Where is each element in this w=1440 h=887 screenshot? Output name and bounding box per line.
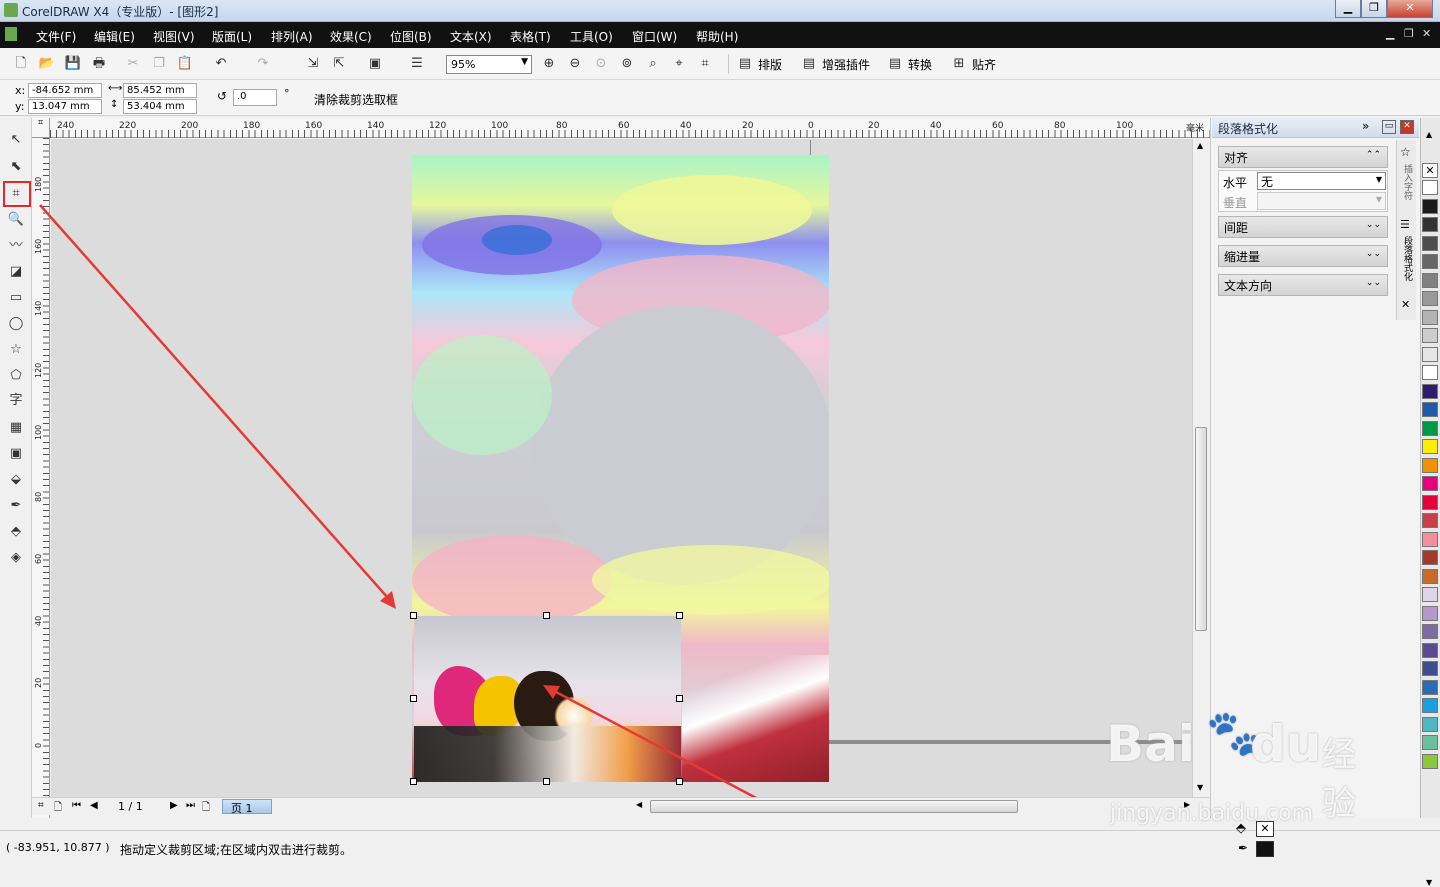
scroll-left-icon[interactable]: ◀ [636, 800, 642, 809]
scroll-up-icon[interactable]: ▲ [1197, 141, 1203, 150]
align-section-title: 对齐 [1224, 151, 1249, 165]
expand-chevron-icon: ⌄⌄ [1365, 278, 1381, 288]
color-swatch[interactable] [1422, 624, 1438, 639]
color-swatch[interactable] [1422, 568, 1438, 584]
color-swatch[interactable] [1422, 642, 1438, 658]
indent-section-title: 缩进量 [1224, 250, 1261, 264]
color-swatch[interactable] [1422, 679, 1438, 695]
star-icon: ☆ [1400, 145, 1411, 159]
color-swatch[interactable] [1422, 198, 1438, 214]
paragraph-icon: ☰ [1400, 218, 1410, 231]
paragraph-format-tab[interactable]: 段落格式化 [1401, 236, 1414, 281]
color-swatch[interactable] [1422, 531, 1438, 547]
page-navigator-bar: ⌗ 🗋 ⏮ ◀ 1 / 1 ▶ ⏭ 🗋 页 1 ◀ ▶ [32, 797, 1209, 815]
align-section[interactable]: 对齐 ⌃⌃ [1218, 146, 1388, 168]
color-swatch[interactable] [1422, 605, 1438, 621]
color-swatch[interactable] [1422, 513, 1438, 528]
expand-chevron-icon: ⌄⌄ [1365, 220, 1381, 230]
last-page-icon[interactable]: ⏭ [186, 800, 195, 811]
docker-title: 段落格式化 [1218, 122, 1279, 136]
color-swatch[interactable] [1422, 716, 1438, 732]
color-swatch[interactable] [1422, 476, 1438, 491]
align-panel: 水平 无 ▼ 垂直 ▼ [1218, 170, 1388, 212]
vertical-scrollbar[interactable]: ▲ ▼ [1192, 139, 1209, 797]
color-swatch[interactable] [1422, 550, 1438, 565]
color-swatch[interactable] [1422, 272, 1438, 288]
outline-color-swatch[interactable] [1256, 841, 1274, 857]
insert-character-tab[interactable]: 插入字符 [1401, 164, 1414, 200]
watermark-brand-suffix: du [1250, 715, 1322, 773]
chevron-down-icon: ▼ [1375, 175, 1382, 184]
watermark-url: jingyan.baidu.com [1110, 801, 1314, 826]
collapse-icon: ⌃⌃ [1365, 150, 1381, 160]
chevron-down-icon: ▼ [1375, 195, 1382, 204]
add-page-icon[interactable]: 🗋 [202, 800, 210, 817]
vertical-scroll-thumb[interactable] [1195, 427, 1207, 631]
horizontal-align-select[interactable]: 无 ▼ [1257, 172, 1386, 190]
text-direction-section-title: 文本方向 [1224, 279, 1273, 293]
vertical-align-select[interactable]: ▼ [1257, 192, 1386, 210]
color-swatch[interactable] [1422, 309, 1438, 325]
baidu-jingyan-watermark: Bai 🐾 du 经验 jingyan.baidu.com [1100, 705, 1380, 835]
docker-tabs: ☆ 插入字符 ☰ 段落格式化 ✕ [1396, 140, 1416, 320]
watermark-brand: Bai [1106, 715, 1195, 773]
text-direction-section[interactable]: 文本方向 ⌄⌄ [1218, 274, 1388, 296]
color-swatch[interactable] [1422, 402, 1438, 417]
status-hint: 拖动定义裁剪区域;在区域内双击进行裁剪。 [120, 843, 353, 857]
watermark-jingyan: 经验 [1322, 735, 1356, 824]
palette-scroll-down-icon[interactable]: ▼ [1426, 878, 1432, 887]
first-page-icon[interactable]: ⏮ [72, 800, 81, 811]
horizontal-scroll-thumb[interactable] [650, 800, 1018, 813]
page-tab[interactable]: 页 1 [222, 799, 272, 815]
spacing-section-title: 间距 [1224, 221, 1249, 235]
insert-page-icon[interactable]: 🗋 [54, 800, 62, 817]
color-swatch[interactable] [1422, 217, 1438, 232]
color-swatch[interactable] [1422, 753, 1438, 769]
color-swatch[interactable] [1422, 735, 1438, 750]
color-swatch[interactable] [1422, 180, 1438, 195]
color-swatch[interactable] [1422, 661, 1438, 676]
spacing-section[interactable]: 间距 ⌄⌄ [1218, 216, 1388, 238]
color-swatch[interactable] [1422, 365, 1438, 380]
color-swatch[interactable] [1422, 439, 1438, 454]
outline-pen-icon: ✒ [1238, 841, 1249, 855]
color-swatch[interactable] [1422, 235, 1438, 251]
page-sorter-icon[interactable]: ⌗ [38, 800, 44, 811]
color-swatch[interactable] [1422, 254, 1438, 269]
indent-section[interactable]: 缩进量 ⌄⌄ [1218, 245, 1388, 267]
color-swatch[interactable] [1422, 420, 1438, 436]
color-swatch[interactable] [1422, 291, 1438, 306]
expand-chevron-icon: ⌄⌄ [1365, 249, 1381, 259]
color-swatch[interactable] [1422, 587, 1438, 602]
horizontal-align-label: 水平 [1223, 176, 1248, 190]
docker-title-bar: 段落格式化 » ▭ ✕ [1212, 118, 1419, 138]
color-swatch[interactable] [1422, 346, 1438, 362]
expand-icon[interactable]: » [1362, 119, 1369, 133]
color-swatch[interactable] [1422, 494, 1438, 510]
cursor-coordinates: ( -83.951, 10.877 ) [6, 841, 110, 854]
vertical-align-label: 垂直 [1223, 196, 1248, 210]
color-swatch[interactable] [1422, 383, 1438, 399]
color-swatch[interactable] [1422, 698, 1438, 713]
prev-page-icon[interactable]: ◀ [90, 800, 98, 811]
horizontal-align-value: 无 [1261, 175, 1274, 189]
color-swatch[interactable] [1422, 328, 1438, 343]
docker-minimize-icon[interactable]: ▭ [1382, 120, 1396, 134]
color-swatch[interactable] [1422, 457, 1438, 473]
page-counter: 1 / 1 [118, 800, 143, 813]
docker-close-icon[interactable]: ✕ [1400, 120, 1414, 134]
no-color-swatch[interactable]: ✕ [1422, 163, 1438, 178]
close-tab-icon[interactable]: ✕ [1401, 298, 1410, 311]
next-page-icon[interactable]: ▶ [170, 800, 178, 811]
palette-scroll-up-icon[interactable]: ▲ [1426, 130, 1432, 139]
